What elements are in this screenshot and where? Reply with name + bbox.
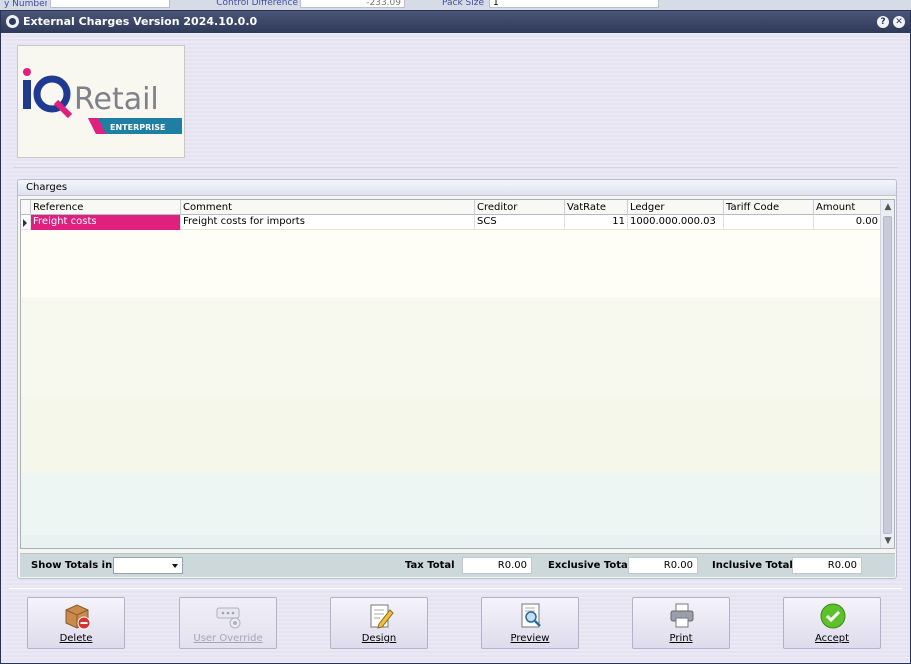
logo-graphic: Retail ENTERPRISE — [23, 68, 182, 134]
design-button[interactable]: Design — [330, 597, 428, 649]
accept-button[interactable]: Accept — [783, 597, 881, 649]
grid-header-indicator — [21, 200, 31, 215]
table-row[interactable]: Freight costs Freight costs for imports … — [21, 215, 881, 230]
grid-empty-area — [21, 397, 881, 473]
grid-empty-area — [21, 535, 881, 548]
user-override-button-label: User Override — [193, 633, 263, 644]
grid-empty-area — [21, 473, 881, 535]
parent-label-control-difference: Control Difference — [181, 0, 301, 8]
delete-box-icon — [65, 604, 91, 630]
charges-group: Charges Reference Comment Creditor VatRa… — [17, 179, 897, 579]
grid-vertical-scrollbar[interactable]: ▲ ▼ — [880, 200, 894, 548]
design-pencil-icon — [370, 604, 394, 629]
action-toolbar: Delete User Override Design Preview Prin… — [9, 588, 902, 654]
cell-comment[interactable]: Freight costs for imports — [181, 215, 475, 230]
cell-reference[interactable]: Freight costs — [31, 215, 181, 230]
show-totals-label: Show Totals in — [31, 560, 113, 571]
parent-field-control-difference: -233.09 — [300, 0, 405, 8]
logo-retail-text: Retail — [74, 82, 159, 117]
inclusive-total-field: R0.00 — [792, 557, 862, 574]
print-button-label: Print — [669, 633, 693, 644]
user-override-button[interactable]: User Override — [179, 597, 277, 649]
cell-amount[interactable]: 0.00 — [814, 215, 881, 230]
help-icon[interactable]: ? — [877, 16, 889, 28]
close-icon[interactable]: ✕ — [893, 16, 905, 28]
app-logo-icon — [6, 15, 19, 28]
accept-button-label: Accept — [814, 633, 850, 644]
parent-field-pack-size: 1 — [489, 0, 659, 8]
scroll-thumb[interactable] — [883, 216, 892, 534]
iq-retail-logo: Retail ENTERPRISE — [17, 45, 185, 158]
parent-label-number: y Number — [4, 0, 48, 9]
delete-button[interactable]: Delete — [27, 597, 125, 649]
column-header-creditor[interactable]: Creditor — [475, 200, 565, 215]
window-title: External Charges Version 2024.10.0.0 — [23, 15, 258, 28]
cell-ledger[interactable]: 1000.000.000.03 — [628, 215, 724, 230]
delete-button-label: Delete — [59, 633, 93, 644]
window-content: Retail ENTERPRISE Charges Reference Comm… — [1, 33, 910, 663]
cell-creditor[interactable]: SCS — [475, 215, 565, 230]
grid-empty-area — [21, 297, 881, 397]
preview-button[interactable]: Preview — [481, 597, 579, 649]
column-header-vatrate[interactable]: VatRate — [565, 200, 628, 215]
user-override-icon — [216, 607, 241, 629]
exclusive-total-label: Exclusive Total — [548, 560, 632, 571]
scroll-down-icon[interactable]: ▼ — [881, 534, 894, 548]
preview-button-label: Preview — [510, 633, 550, 644]
printer-icon — [670, 603, 694, 628]
print-button[interactable]: Print — [632, 597, 730, 649]
accept-check-icon — [820, 603, 846, 629]
design-button-label: Design — [361, 633, 397, 644]
grid-empty-area — [21, 231, 881, 297]
row-indicator — [21, 215, 31, 230]
title-bar: External Charges Version 2024.10.0.0 ? ✕ — [1, 11, 910, 33]
grid-header: Reference Comment Creditor VatRate Ledge… — [21, 200, 881, 215]
column-header-comment[interactable]: Comment — [181, 200, 475, 215]
column-header-reference[interactable]: Reference — [31, 200, 181, 215]
cell-tariff-code[interactable] — [724, 215, 814, 230]
preview-magnifier-icon — [521, 603, 541, 628]
charges-grid[interactable]: Reference Comment Creditor VatRate Ledge… — [20, 199, 895, 549]
scroll-up-icon[interactable]: ▲ — [881, 200, 894, 214]
charges-group-title: Charges — [26, 182, 68, 193]
external-charges-window: External Charges Version 2024.10.0.0 ? ✕… — [0, 10, 911, 664]
parent-field-number — [50, 0, 170, 8]
show-totals-select[interactable] — [113, 557, 183, 574]
column-header-tariff-code[interactable]: Tariff Code — [724, 200, 814, 215]
logo-tagline-text: ENTERPRISE — [110, 123, 165, 132]
row-pointer-icon — [23, 219, 27, 227]
inclusive-total-label: Inclusive Total — [712, 560, 793, 571]
charges-group-header: Charges — [18, 180, 896, 196]
totals-bar: Show Totals in Tax Total R0.00 Exclusive… — [20, 553, 895, 577]
column-header-amount[interactable]: Amount — [814, 200, 881, 215]
tax-total-label: Tax Total — [405, 560, 455, 571]
header-separator — [13, 167, 898, 168]
exclusive-total-field: R0.00 — [628, 557, 698, 574]
parent-label-pack-size: Pack Size — [412, 0, 487, 8]
cell-vatrate[interactable]: 11 — [565, 215, 628, 230]
parent-window-strip: y Number Control Difference -233.09 Pack… — [0, 0, 911, 10]
tax-total-field: R0.00 — [462, 557, 532, 574]
column-header-ledger[interactable]: Ledger — [628, 200, 724, 215]
